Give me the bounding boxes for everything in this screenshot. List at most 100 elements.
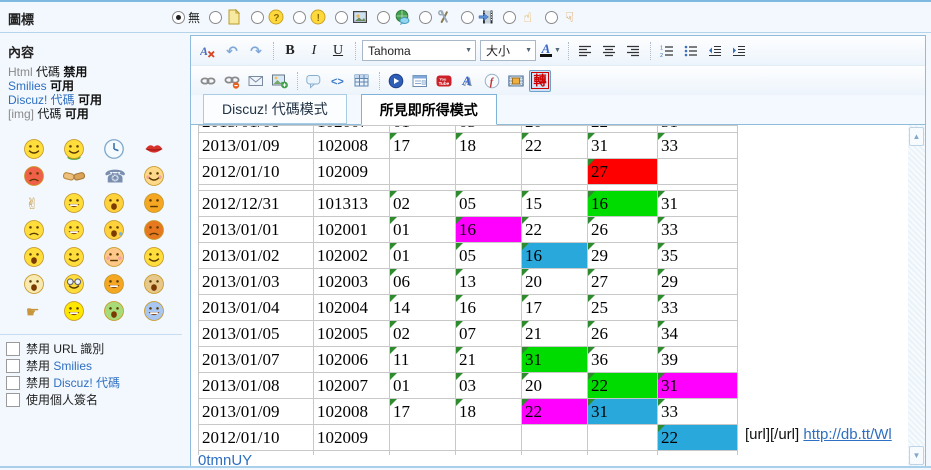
permission-link[interactable]: Smilies	[8, 79, 47, 93]
ordered-list-button[interactable]: 12	[656, 40, 678, 62]
scroll-down-button[interactable]: ▼	[909, 446, 924, 465]
checkbox-option-0[interactable]: 禁用 URL 識別	[6, 341, 120, 357]
emoticon-handshake[interactable]	[63, 165, 85, 187]
outdent-button[interactable]	[704, 40, 726, 62]
radio-button[interactable]	[172, 11, 185, 24]
youtube-button[interactable]: YouTube	[433, 70, 455, 92]
emoticon-funk[interactable]	[63, 300, 85, 322]
link-button[interactable]	[197, 70, 219, 92]
post-icon-option-thumb-down[interactable]: ☟	[545, 9, 578, 26]
flash-button[interactable]: f	[481, 70, 503, 92]
checkbox-option-3[interactable]: 使用個人簽名	[6, 392, 120, 408]
emoticon-smile-2[interactable]	[63, 246, 85, 268]
align-center-button[interactable]	[598, 40, 620, 62]
checkbox[interactable]	[6, 342, 20, 356]
emoticon-stare[interactable]	[143, 273, 165, 295]
radio-button[interactable]	[377, 11, 390, 24]
post-icon-option-none[interactable]: 無	[172, 9, 200, 26]
checkbox-option-2[interactable]: 禁用 Discuz! 代碼	[6, 375, 120, 391]
radio-button[interactable]	[545, 11, 558, 24]
emoticon-cool[interactable]	[143, 300, 165, 322]
code-button[interactable]: <>	[327, 70, 349, 92]
table-button[interactable]	[351, 70, 373, 92]
checkbox-label-link[interactable]: Discuz! 代碼	[53, 376, 120, 390]
emoticon-clap[interactable]: ☛	[23, 300, 45, 322]
email-button[interactable]	[245, 70, 267, 92]
checkbox-label-link[interactable]: Smilies	[53, 359, 92, 373]
emoticon-blush[interactable]	[103, 246, 125, 268]
radio-button[interactable]	[461, 11, 474, 24]
redo-button[interactable]: ↷	[245, 40, 267, 62]
font-select[interactable]: Tahoma▼	[362, 40, 476, 61]
media-button[interactable]	[385, 70, 407, 92]
unlink-button[interactable]	[221, 70, 243, 92]
post-icon-option-question[interactable]: ?	[251, 9, 284, 26]
emoticon-hug[interactable]	[63, 138, 85, 160]
checkbox-option-1[interactable]: 禁用 Smilies	[6, 358, 120, 374]
remove-format-button[interactable]: A	[197, 40, 219, 62]
post-icon-option-film[interactable]	[461, 9, 494, 26]
emoticon-shy[interactable]	[143, 165, 165, 187]
flash-text-button[interactable]: AA	[457, 70, 479, 92]
emoticon-excited[interactable]	[103, 273, 125, 295]
size-select[interactable]: 大小▼	[480, 40, 536, 61]
vertical-scrollbar[interactable]: ▲ ▼	[908, 125, 925, 467]
post-icon-option-tools[interactable]	[419, 9, 452, 26]
post-icon-option-exclaim[interactable]: !	[293, 9, 326, 26]
emoticon-kiss[interactable]	[143, 138, 165, 160]
convert-button[interactable]: 轉	[529, 70, 551, 92]
video-button[interactable]	[505, 70, 527, 92]
radio-button[interactable]	[335, 11, 348, 24]
unordered-list-button[interactable]	[680, 40, 702, 62]
post-icon-option-thumb-up[interactable]: ☝	[503, 9, 536, 26]
emoticon-cry[interactable]	[103, 192, 125, 214]
emoticon-angry[interactable]	[23, 165, 45, 187]
undo-button[interactable]: ↶	[221, 40, 243, 62]
emoticon-smile[interactable]	[23, 138, 45, 160]
emoticon-squint[interactable]	[143, 192, 165, 214]
emoticon-surprised[interactable]	[23, 246, 45, 268]
image-button[interactable]	[269, 70, 291, 92]
emoticon-call[interactable]: ☎	[103, 165, 125, 187]
post-icon-option-page[interactable]	[209, 9, 242, 26]
emoticon-big-smile[interactable]	[63, 219, 85, 241]
align-right-button[interactable]	[622, 40, 644, 62]
font-color-button[interactable]: A▼	[539, 40, 562, 62]
emoticon-sick[interactable]	[103, 300, 125, 322]
emoticon-sad[interactable]	[23, 219, 45, 241]
emoticon-glasses[interactable]	[63, 273, 85, 295]
radio-button[interactable]	[209, 11, 222, 24]
align-left-button[interactable]	[574, 40, 596, 62]
tab-wysiwyg-mode[interactable]: 所見即所得模式	[361, 94, 497, 125]
bold-button[interactable]: B	[279, 40, 301, 62]
emoticon-devil[interactable]	[143, 219, 165, 241]
checkbox[interactable]	[6, 359, 20, 373]
post-icon-option-photo[interactable]	[335, 9, 368, 26]
italic-button[interactable]: I	[303, 40, 325, 62]
emoticon-titter[interactable]	[143, 246, 165, 268]
emoticon-shocked[interactable]	[23, 273, 45, 295]
emoticon-sob[interactable]	[103, 219, 125, 241]
radio-button[interactable]	[251, 11, 264, 24]
indent-button[interactable]	[728, 40, 750, 62]
short-code-link[interactable]: 0tmnUY	[198, 452, 252, 467]
number-cell: 01	[390, 217, 456, 243]
post-icon-option-globe[interactable]	[377, 9, 410, 26]
editor-content[interactable]: 2013/01/0810200701032022312013/01/091020…	[191, 125, 925, 467]
emoticon-victory[interactable]: ✌	[23, 192, 45, 214]
underline-button[interactable]: U	[327, 40, 349, 62]
emoticon-time[interactable]	[103, 138, 125, 160]
checkbox[interactable]	[6, 376, 20, 390]
scroll-up-button[interactable]: ▲	[909, 127, 924, 146]
db-tt-link[interactable]: http://db.tt/Wl	[803, 426, 891, 443]
tab-discuz-code-mode[interactable]: Discuz! 代碼模式	[203, 94, 347, 124]
checkbox[interactable]	[6, 393, 20, 407]
radio-button[interactable]	[293, 11, 306, 24]
permission-link[interactable]: Discuz! 代碼	[8, 93, 75, 107]
quote-button[interactable]	[303, 70, 325, 92]
radio-button[interactable]	[419, 11, 432, 24]
radio-button[interactable]	[503, 11, 516, 24]
permission-list: Html 代碼 禁用Smilies 可用Discuz! 代碼 可用[img] 代…	[8, 65, 102, 121]
pagelist-button[interactable]	[409, 70, 431, 92]
emoticon-laugh[interactable]	[63, 192, 85, 214]
